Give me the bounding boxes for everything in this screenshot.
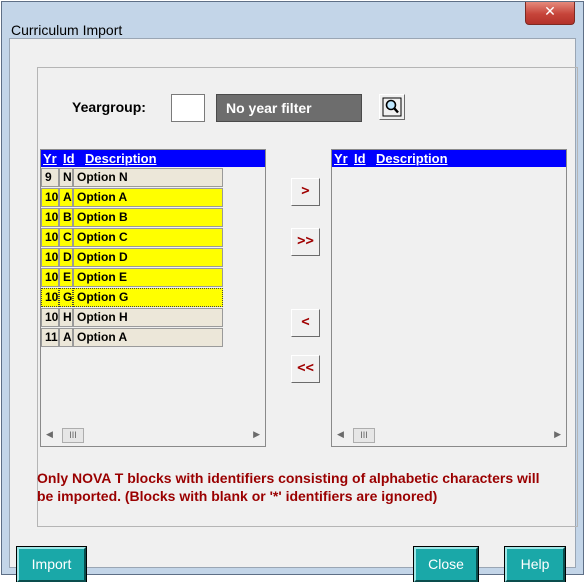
scroll-thumb[interactable]: III: [353, 428, 375, 443]
column-header-yr[interactable]: Yr: [43, 151, 57, 166]
window-title: Curriculum Import: [11, 22, 123, 38]
yeargroup-input[interactable]: [171, 94, 205, 122]
close-window-button[interactable]: ✕: [525, 2, 575, 25]
cell-id: A: [59, 188, 73, 207]
column-header-id[interactable]: Id: [63, 151, 75, 166]
cell-yr: 10: [41, 208, 59, 227]
year-filter-display: No year filter: [216, 94, 362, 122]
list-header: Yr Id Description: [332, 150, 566, 167]
magnifier-icon: [382, 97, 402, 117]
cell-yr: 11: [41, 328, 59, 347]
list-row[interactable]: 10 D Option D: [41, 248, 223, 267]
cell-description: Option A: [73, 328, 223, 347]
list-row[interactable]: 11 A Option A: [41, 328, 223, 347]
search-button[interactable]: [379, 94, 405, 120]
cell-yr: 10: [41, 308, 59, 327]
scroll-thumb[interactable]: III: [62, 428, 84, 443]
list-row[interactable]: 10 B Option B: [41, 208, 223, 227]
scroll-right-icon[interactable]: ▶: [253, 429, 260, 440]
column-header-yr[interactable]: Yr: [334, 151, 348, 166]
dialog-window: Curriculum Import ✕ Yeargroup: No year f…: [1, 1, 584, 582]
dialog-client-area: Yeargroup: No year filter Yr Id Descript…: [9, 38, 578, 582]
add-all-button[interactable]: >>: [291, 228, 320, 256]
cell-description: Option D: [73, 248, 223, 267]
yeargroup-label: Yeargroup:: [72, 99, 146, 115]
remove-one-button[interactable]: <: [291, 309, 320, 337]
column-header-description[interactable]: Description: [376, 151, 448, 166]
cell-id: C: [59, 228, 73, 247]
cell-id: A: [59, 328, 73, 347]
cell-description: Option A: [73, 188, 223, 207]
cell-yr: 9: [41, 168, 59, 187]
cell-id: N: [59, 168, 73, 187]
cell-description: Option E: [73, 268, 223, 287]
cell-description: Option G: [73, 288, 223, 307]
list-row[interactable]: 10 E Option E: [41, 268, 223, 287]
list-row[interactable]: 10 A Option A: [41, 188, 223, 207]
list-row-focused[interactable]: 10 G Option G: [41, 288, 223, 307]
add-one-button[interactable]: >: [291, 178, 320, 206]
cell-description: Option N: [73, 168, 223, 187]
close-button[interactable]: Close: [413, 546, 479, 582]
cell-id: D: [59, 248, 73, 267]
import-note: Only NOVA T blocks with identifiers cons…: [37, 470, 540, 504]
import-button[interactable]: Import: [16, 546, 87, 582]
remove-all-button[interactable]: <<: [291, 355, 320, 383]
column-header-id[interactable]: Id: [354, 151, 366, 166]
cell-yr: 10: [41, 288, 59, 307]
cell-yr: 10: [41, 248, 59, 267]
close-icon: ✕: [544, 4, 556, 20]
scroll-left-icon[interactable]: ◀: [46, 429, 53, 440]
cell-yr: 10: [41, 268, 59, 287]
list-header: Yr Id Description: [41, 150, 265, 167]
help-button[interactable]: Help: [504, 546, 566, 582]
cell-id: B: [59, 208, 73, 227]
cell-description: Option B: [73, 208, 223, 227]
cell-yr: 10: [41, 188, 59, 207]
cell-id: H: [59, 308, 73, 327]
scroll-right-icon[interactable]: ▶: [554, 429, 561, 440]
scroll-left-icon[interactable]: ◀: [337, 429, 344, 440]
cell-yr: 10: [41, 228, 59, 247]
list-row[interactable]: 10 C Option C: [41, 228, 223, 247]
list-row[interactable]: 10 H Option H: [41, 308, 223, 327]
cell-id: E: [59, 268, 73, 287]
list-row[interactable]: 9 N Option N: [41, 168, 223, 187]
cell-description: Option C: [73, 228, 223, 247]
selected-blocks-list[interactable]: Yr Id Description ◀ III ▶: [331, 149, 567, 447]
column-header-description[interactable]: Description: [85, 151, 157, 166]
title-bar[interactable]: Curriculum Import ✕: [2, 2, 583, 38]
horizontal-scrollbar[interactable]: ◀ III ▶: [42, 426, 264, 445]
cell-description: Option H: [73, 308, 223, 327]
available-blocks-list[interactable]: Yr Id Description 9 N Option N 10 A Opti…: [40, 149, 266, 447]
horizontal-scrollbar[interactable]: ◀ III ▶: [333, 426, 565, 445]
cell-id: G: [59, 288, 73, 307]
